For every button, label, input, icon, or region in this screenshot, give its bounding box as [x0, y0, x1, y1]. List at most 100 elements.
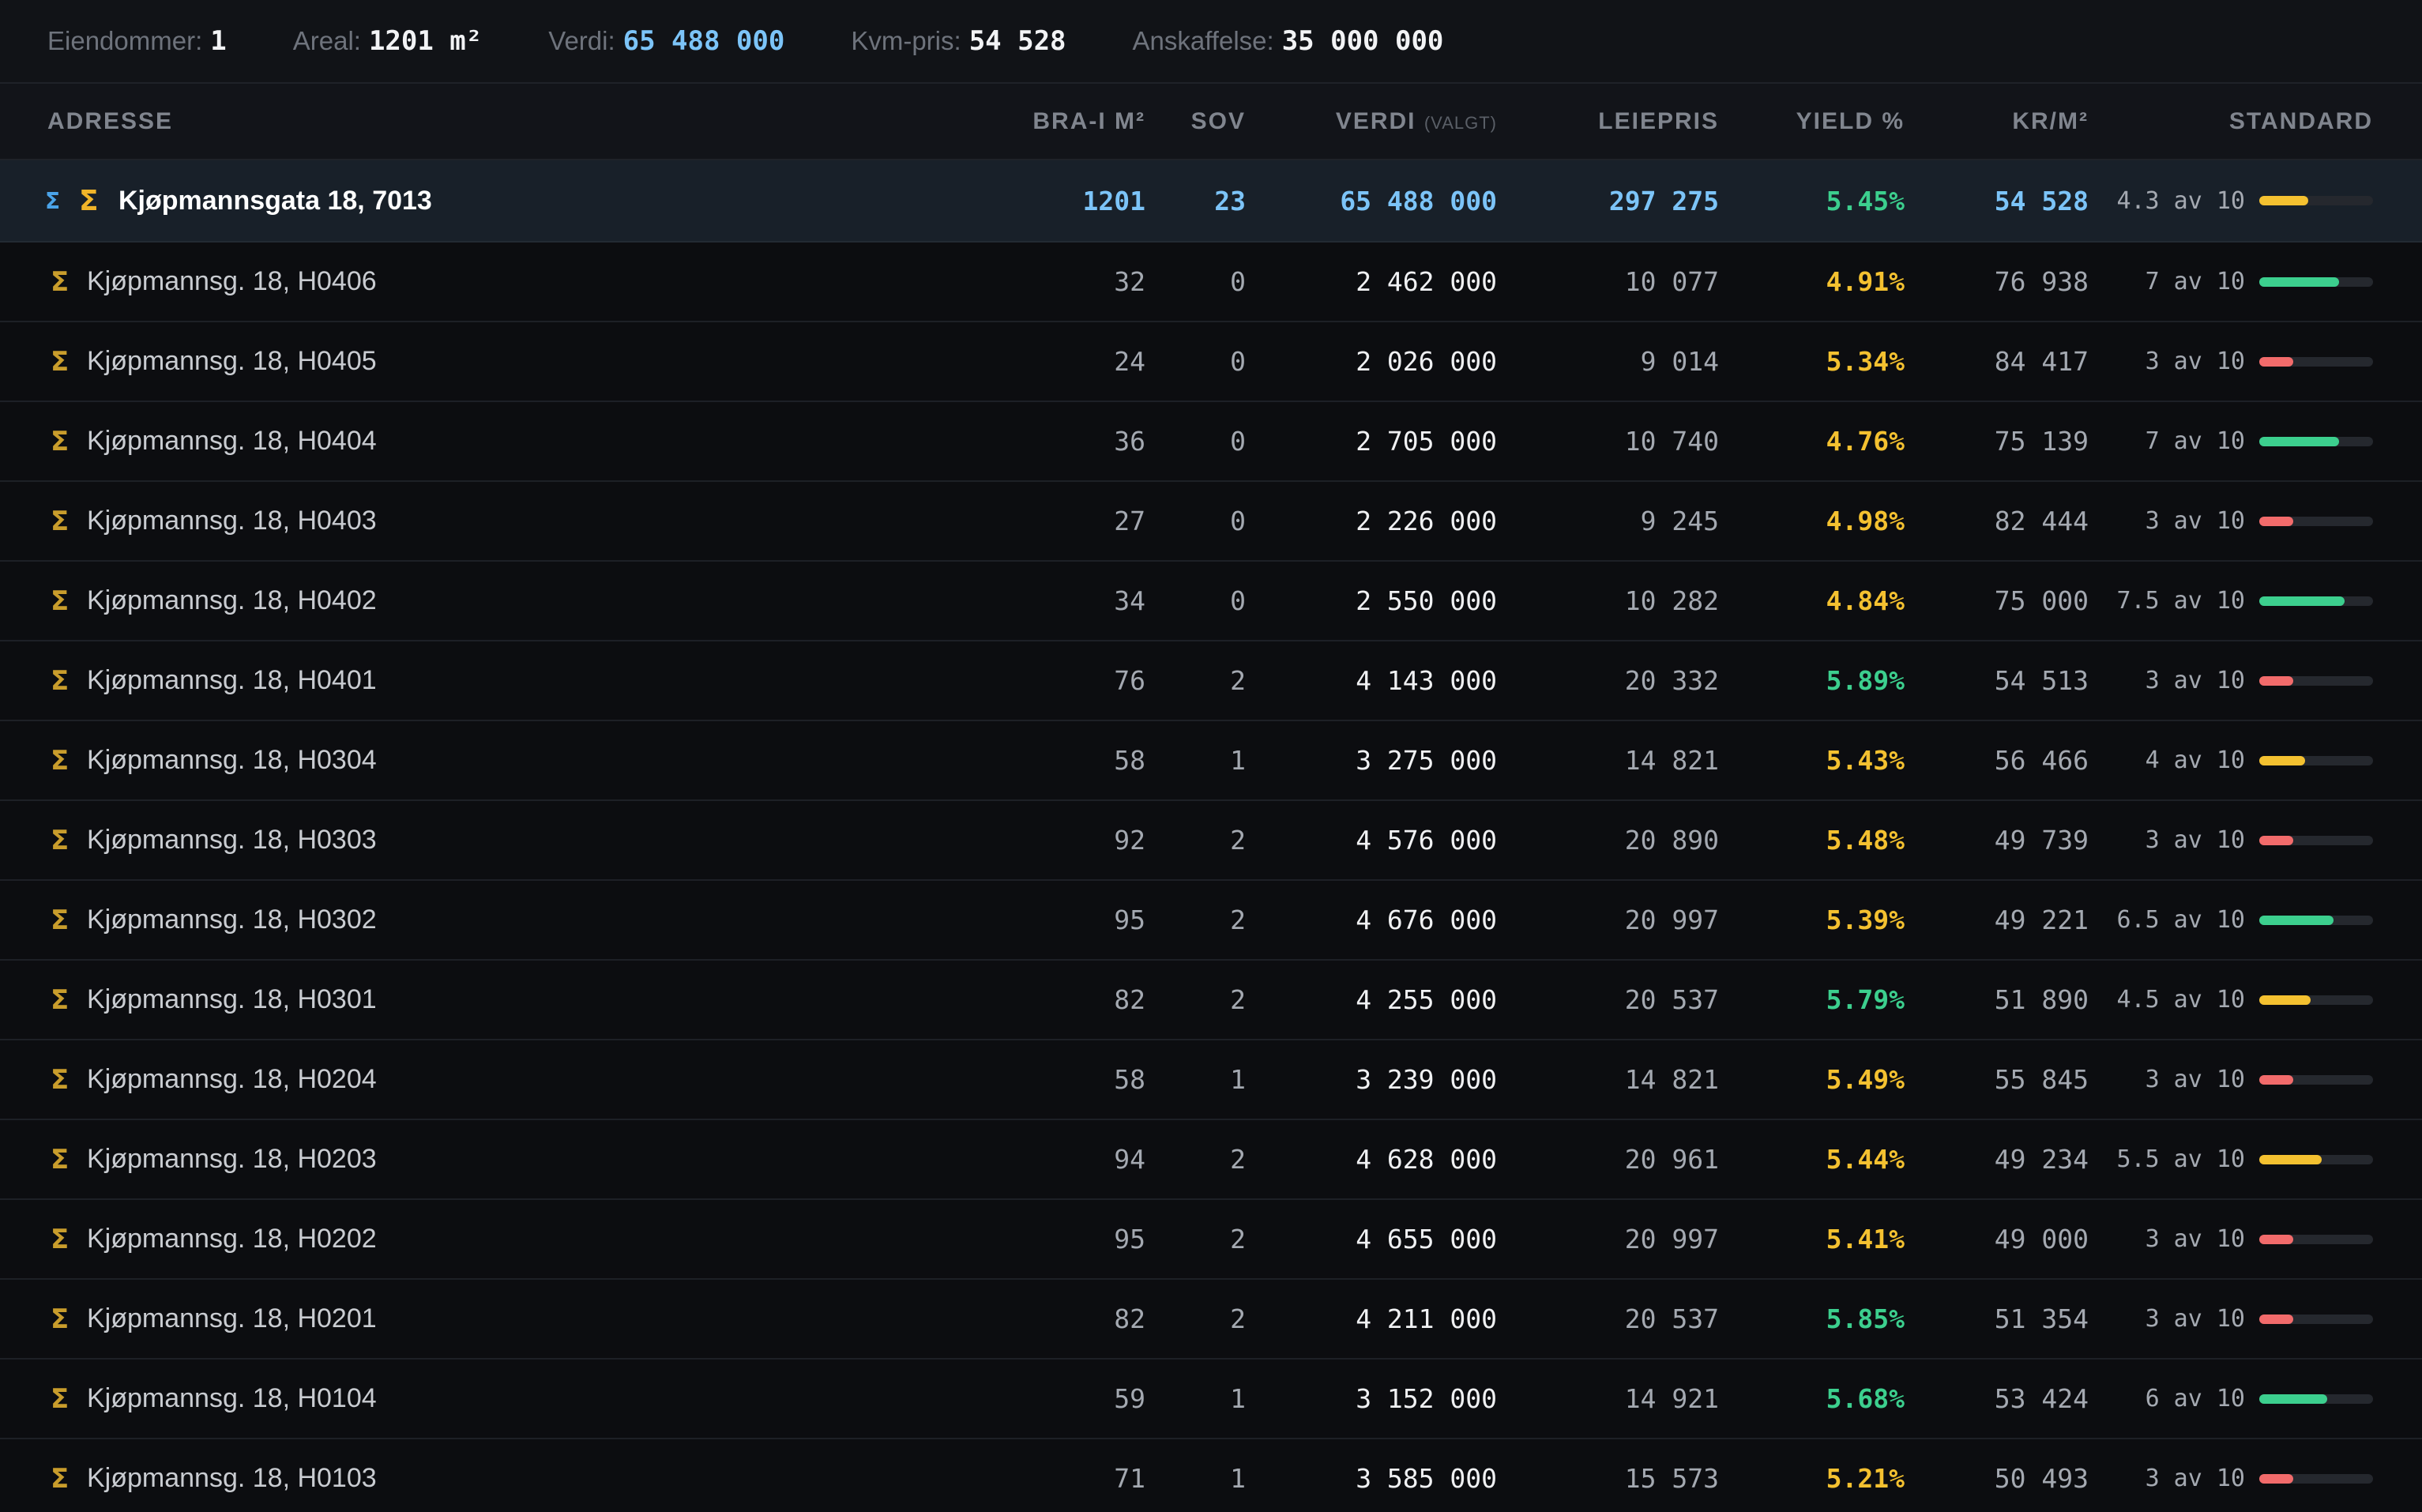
row-standard-text: 6 av 10 — [2145, 1385, 2245, 1412]
column-header-adresse[interactable]: ADRESSE — [47, 84, 173, 159]
row-sov: 1 — [1230, 1383, 1246, 1414]
table-row[interactable]: Σ Kjøpmannsg. 18, H0103 71 1 3 585 000 15 573… — [0, 1439, 2422, 1512]
row-verdi: 4 628 000 — [1356, 1144, 1497, 1175]
row-yield: 4.91% — [1826, 266, 1905, 297]
sigma-gold-icon: Σ — [51, 984, 70, 1016]
row-standard-bar-fill — [2259, 1394, 2328, 1404]
row-address: Kjøpmannsg. 18, H0303 — [87, 825, 377, 855]
row-sov: 2 — [1230, 1144, 1246, 1175]
stat-label: Kvm-pris — [851, 26, 954, 55]
summary-yield: 5.45% — [1826, 185, 1905, 216]
row-yield: 5.43% — [1826, 745, 1905, 776]
row-sov: 2 — [1230, 665, 1246, 696]
column-header-leiepris[interactable]: LEIEPRIS — [1598, 84, 1719, 159]
row-krm2: 49 221 — [1994, 905, 2089, 935]
row-standard-text: 3 av 10 — [2145, 667, 2245, 694]
stat-label: Areal — [292, 26, 354, 55]
summary-stats-bar: Eiendommer:1 Areal:1201 m² Verdi:65 488 00… — [0, 0, 2422, 84]
stat-label: Anskaffelse — [1132, 26, 1267, 55]
row-bra: 58 — [1114, 1064, 1145, 1095]
table-row[interactable]: Σ Kjøpmannsg. 18, H0401 76 2 4 143 000 20 332… — [0, 641, 2422, 721]
sigma-blue-icon[interactable]: Σ — [45, 160, 60, 241]
summary-standard-bar-fill — [2259, 196, 2308, 205]
row-krm2: 82 444 — [1994, 506, 2089, 536]
row-standard-bar-fill — [2259, 1154, 2322, 1164]
row-standard-bar-track — [2259, 356, 2373, 367]
stat-label: Verdi — [548, 26, 608, 55]
row-standard-text: 3 av 10 — [2145, 348, 2245, 375]
row-standard-text: 3 av 10 — [2145, 1465, 2245, 1492]
row-bra: 82 — [1114, 1303, 1145, 1334]
row-sov: 0 — [1230, 585, 1246, 616]
column-header-verdi[interactable]: VERDI (VALGT) — [1336, 84, 1497, 159]
table-row[interactable]: Σ Kjøpmannsg. 18, H0403 27 0 2 226 000 9 245 4… — [0, 482, 2422, 562]
table-row[interactable]: Σ Kjøpmannsg. 18, H0402 34 0 2 550 000 10 282… — [0, 562, 2422, 641]
sigma-gold-icon: Σ — [51, 904, 70, 936]
row-leiepris: 10 077 — [1624, 266, 1719, 297]
row-address: Kjøpmannsg. 18, H0406 — [87, 266, 377, 296]
row-address: Kjøpmannsg. 18, H0401 — [87, 665, 377, 695]
row-sov: 0 — [1230, 346, 1246, 377]
summary-row[interactable]: Σ Σ Kjøpmannsgata 18, 7013 1201 23 65 488 000… — [0, 160, 2422, 243]
row-bra: 34 — [1114, 585, 1145, 616]
row-yield: 5.85% — [1826, 1303, 1905, 1334]
row-yield: 5.21% — [1826, 1463, 1905, 1494]
row-bra: 27 — [1114, 506, 1145, 536]
table-row[interactable]: Σ Kjøpmannsg. 18, H0204 58 1 3 239 000 14 821… — [0, 1040, 2422, 1120]
sigma-gold-icon: Σ — [51, 1382, 70, 1415]
column-header-standard[interactable]: STANDARD — [2229, 84, 2373, 159]
row-yield: 5.39% — [1826, 905, 1905, 935]
row-krm2: 53 424 — [1994, 1383, 2089, 1414]
row-address: Kjøpmannsg. 18, H0302 — [87, 905, 377, 935]
row-leiepris: 14 921 — [1624, 1383, 1719, 1414]
row-sov: 0 — [1230, 266, 1246, 297]
row-bra: 71 — [1114, 1463, 1145, 1494]
row-krm2: 84 417 — [1994, 346, 2089, 377]
row-address: Kjøpmannsg. 18, H0403 — [87, 506, 377, 536]
row-standard-bar-fill — [2259, 276, 2339, 287]
row-yield: 5.68% — [1826, 1383, 1905, 1414]
stat-item: Areal:1201 m² — [293, 25, 483, 57]
table-row[interactable]: Σ Kjøpmannsg. 18, H0301 82 2 4 255 000 20 537… — [0, 961, 2422, 1040]
row-verdi: 3 239 000 — [1356, 1064, 1497, 1095]
row-standard-bar-track — [2259, 755, 2373, 765]
row-yield: 4.98% — [1826, 506, 1905, 536]
row-bra: 24 — [1114, 346, 1145, 377]
row-bra: 59 — [1114, 1383, 1145, 1414]
column-header-bra[interactable]: BRA-I M² — [1032, 84, 1145, 159]
table-row[interactable]: Σ Kjøpmannsg. 18, H0202 95 2 4 655 000 20 997… — [0, 1200, 2422, 1280]
row-address: Kjøpmannsg. 18, H0201 — [87, 1303, 377, 1333]
row-standard-bar-track — [2259, 675, 2373, 686]
row-address: Kjøpmannsg. 18, H0103 — [87, 1463, 377, 1493]
table-row[interactable]: Σ Kjøpmannsg. 18, H0104 59 1 3 152 000 14 921… — [0, 1360, 2422, 1439]
stat-separator: : — [953, 26, 961, 55]
row-standard-bar-fill — [2259, 915, 2334, 925]
row-krm2: 75 000 — [1994, 585, 2089, 616]
row-standard-bar-track — [2259, 1234, 2373, 1244]
summary-leiepris: 297 275 — [1608, 185, 1719, 216]
row-bra: 92 — [1114, 825, 1145, 856]
column-header-sov[interactable]: SOV — [1191, 84, 1246, 159]
column-header-verdi-label: VERDI — [1335, 108, 1416, 134]
row-verdi: 4 211 000 — [1356, 1303, 1497, 1334]
table-row[interactable]: Σ Kjøpmannsg. 18, H0404 36 0 2 705 000 10 740… — [0, 402, 2422, 482]
table-row[interactable]: Σ Kjøpmannsg. 18, H0406 32 0 2 462 000 10 077… — [0, 243, 2422, 322]
row-standard-bar-fill — [2259, 356, 2294, 367]
table-row[interactable]: Σ Kjøpmannsg. 18, H0304 58 1 3 275 000 14 821… — [0, 721, 2422, 801]
row-bra: 32 — [1114, 266, 1145, 297]
column-header-krm2[interactable]: KR/M² — [2012, 84, 2089, 159]
table-row[interactable]: Σ Kjøpmannsg. 18, H0405 24 0 2 026 000 9 014 5… — [0, 322, 2422, 402]
row-sov: 1 — [1230, 1463, 1246, 1494]
table-row[interactable]: Σ Kjøpmannsg. 18, H0201 82 2 4 211 000 20 537… — [0, 1280, 2422, 1360]
row-sov: 2 — [1230, 905, 1246, 935]
summary-sov: 23 — [1214, 185, 1246, 216]
table-row[interactable]: Σ Kjøpmannsg. 18, H0203 94 2 4 628 000 20 961… — [0, 1120, 2422, 1200]
table-row[interactable]: Σ Kjøpmannsg. 18, H0303 92 2 4 576 000 20 890… — [0, 801, 2422, 881]
row-standard-bar-track — [2259, 516, 2373, 526]
column-header-yield[interactable]: YIELD % — [1796, 84, 1905, 159]
table-row[interactable]: Σ Kjøpmannsg. 18, H0302 95 2 4 676 000 20 997… — [0, 881, 2422, 961]
row-address: Kjøpmannsg. 18, H0203 — [87, 1144, 377, 1174]
summary-standard-bar-track — [2259, 196, 2373, 205]
row-verdi: 4 255 000 — [1356, 984, 1497, 1015]
row-krm2: 54 513 — [1994, 665, 2089, 696]
